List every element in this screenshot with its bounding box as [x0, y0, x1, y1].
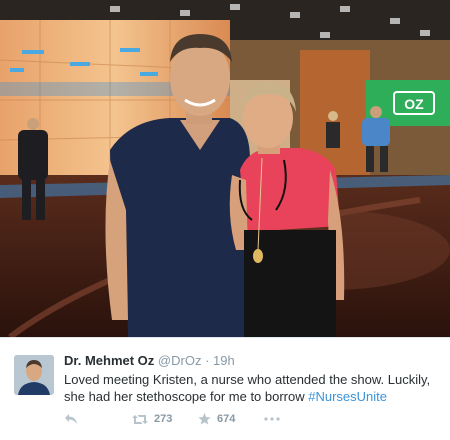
- tweet-text: Loved meeting Kristen, a nurse who atten…: [64, 371, 440, 405]
- reply-icon: [65, 414, 77, 424]
- star-icon: [198, 413, 211, 425]
- tweet: Dr. Mehmet Oz @DrOz · 19h Loved meeting …: [0, 337, 450, 440]
- hashtag-link[interactable]: #NursesUnite: [308, 389, 387, 404]
- favorite-button[interactable]: 674: [198, 413, 264, 425]
- avatar[interactable]: [14, 355, 54, 395]
- retweet-button[interactable]: 273: [132, 413, 198, 425]
- screen-logo: OZ: [404, 96, 424, 112]
- display-name[interactable]: Dr. Mehmet Oz: [64, 353, 154, 368]
- timestamp[interactable]: 19h: [213, 353, 235, 368]
- more-button[interactable]: [264, 417, 280, 421]
- retweet-icon: [132, 414, 148, 424]
- retweet-count: 273: [154, 413, 173, 425]
- user-handle[interactable]: @DrOz: [158, 353, 202, 368]
- studio-scene: OZ: [0, 0, 450, 337]
- more-dots-icon: [264, 417, 280, 421]
- reply-button[interactable]: [64, 413, 132, 425]
- tweet-header: Dr. Mehmet Oz @DrOz · 19h: [64, 353, 235, 369]
- favorite-count: 674: [217, 413, 236, 425]
- separator: ·: [205, 353, 210, 368]
- tweet-photo[interactable]: OZ: [0, 0, 450, 337]
- tweet-actions: 273 674: [64, 410, 280, 428]
